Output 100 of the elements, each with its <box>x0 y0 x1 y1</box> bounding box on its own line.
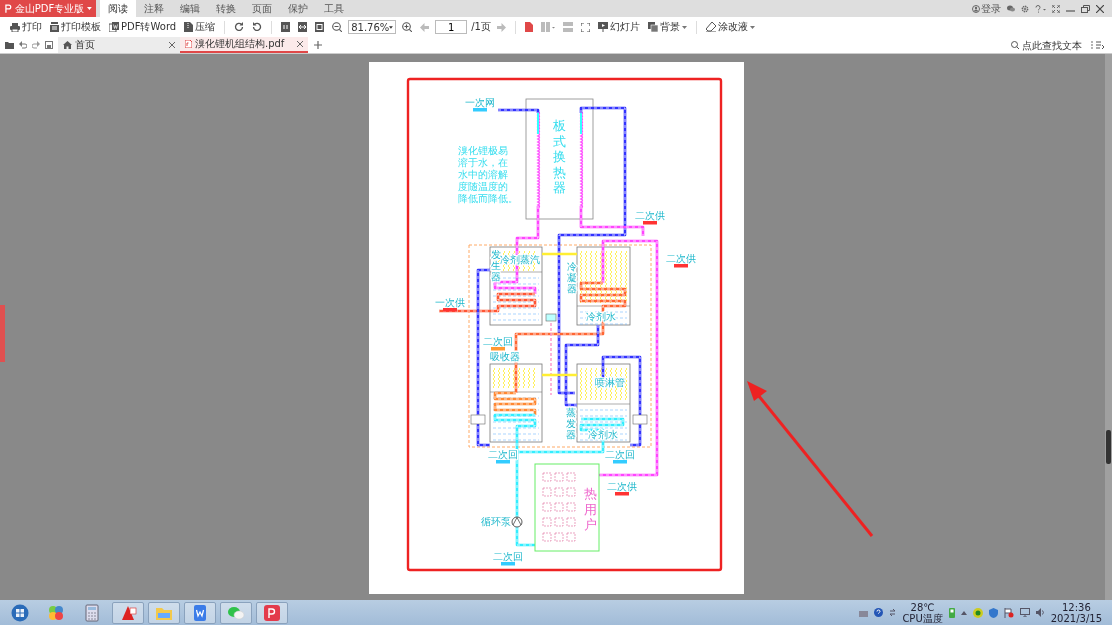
diagram-label: 二次回 <box>487 449 518 460</box>
ribbon-tab[interactable]: 注释 <box>136 0 172 17</box>
right-arrow-icon <box>496 22 506 32</box>
print-template-button[interactable]: 打印模板 <box>48 20 103 34</box>
help-icon[interactable] <box>1035 4 1046 13</box>
ribbon-tab[interactable]: 工具 <box>316 0 352 17</box>
diagram-label: 二次供 <box>665 253 696 264</box>
diagram-label: 二次回 <box>482 336 513 347</box>
pdf-logo-icon <box>4 4 12 13</box>
description-text: 溴化锂极易 溶于水，在 水中的溶解 度随温度的 降低而降低。 <box>457 145 518 204</box>
print-button[interactable]: 打印 <box>8 20 44 34</box>
sync-icon[interactable] <box>889 607 897 618</box>
zoom-in-button[interactable] <box>400 22 415 32</box>
fit-width-icon <box>298 22 308 32</box>
fullscreen-button[interactable] <box>578 22 592 32</box>
pdf-app-icon <box>263 603 281 622</box>
user-icon <box>972 4 980 13</box>
side-panel-handle[interactable] <box>0 305 5 362</box>
rows-icon <box>562 22 573 32</box>
battery-icon[interactable] <box>948 607 955 618</box>
diagram-label: 一次供 <box>434 297 465 308</box>
settings-icon[interactable] <box>1021 4 1029 13</box>
scrollbar-thumb[interactable] <box>1106 430 1111 464</box>
left-arrow-icon <box>420 22 430 32</box>
clock-date[interactable]: 2021/3/15 <box>1050 612 1102 624</box>
writer-app-icon <box>191 603 209 622</box>
rotate-icon <box>252 22 263 32</box>
zoom-out-button[interactable] <box>330 22 345 32</box>
caret-icon <box>749 25 755 29</box>
eraser-icon <box>705 22 716 32</box>
search-field[interactable]: 点此查找文本 <box>1022 39 1088 51</box>
background-button[interactable]: 背景 <box>645 20 689 34</box>
login-button[interactable]: 登录 <box>972 1 1001 16</box>
caret-icon <box>681 25 687 29</box>
clock-time[interactable]: 12:36 <box>1061 601 1091 613</box>
page-number-field[interactable]: 1 <box>435 20 468 34</box>
cad-app-button[interactable] <box>112 601 144 624</box>
ribbon-tab[interactable]: 阅读 <box>100 0 136 17</box>
close-icon[interactable] <box>297 41 303 47</box>
single-page-button[interactable] <box>279 22 293 32</box>
pdf-app-button[interactable] <box>256 601 288 624</box>
rotate-icon <box>234 22 245 32</box>
compress-button[interactable]: 压缩 <box>182 20 218 34</box>
diagram-label: 二次供 <box>634 210 665 221</box>
redo-icon[interactable] <box>32 41 40 49</box>
fit-page-button[interactable] <box>313 22 327 32</box>
layers-icon <box>647 22 658 32</box>
printer-icon <box>50 22 59 32</box>
pump-icon <box>511 516 522 528</box>
caret-icon <box>389 25 394 29</box>
page-icon <box>281 22 291 32</box>
ribbon-tab[interactable]: 编辑 <box>172 0 208 17</box>
single-view-button[interactable] <box>522 22 535 32</box>
search-icon <box>1011 41 1019 49</box>
whiteout-button[interactable]: 涂改液 <box>703 20 757 34</box>
printer-icon <box>10 22 20 32</box>
presentation-icon <box>597 22 608 32</box>
panel-toggle-icon[interactable] <box>1096 41 1104 49</box>
ribbon-tab[interactable]: 保护 <box>280 0 316 17</box>
folder-icon[interactable] <box>5 41 14 49</box>
monitor-icon[interactable] <box>1019 608 1030 617</box>
save-icon[interactable] <box>45 41 53 49</box>
fullscreen-icon[interactable] <box>1052 4 1060 13</box>
document-icon <box>109 22 119 32</box>
home-icon <box>63 41 72 49</box>
diagram-label: 二次回 <box>492 551 523 562</box>
document-tab[interactable]: 溴化锂机组结构.pdf <box>180 37 308 53</box>
help-icon[interactable] <box>874 608 884 617</box>
close-icon[interactable] <box>169 42 175 48</box>
pdf-file-icon <box>185 40 192 48</box>
zoom-in-icon <box>402 22 413 32</box>
diagram-label: 循环泵 <box>480 516 511 527</box>
zoom-out-icon <box>332 22 343 32</box>
fit-page-icon <box>315 22 325 32</box>
pdf-to-word-button[interactable]: PDF转Word <box>107 20 179 34</box>
slideshow-button[interactable]: 幻灯片 <box>595 20 642 34</box>
calculator-icon <box>83 603 101 622</box>
writer-app-button[interactable] <box>184 601 216 624</box>
close-icon[interactable] <box>1096 4 1104 13</box>
flag-icon[interactable] <box>1003 607 1014 618</box>
restore-icon[interactable] <box>1081 4 1090 13</box>
chat-icon[interactable] <box>1007 5 1015 12</box>
exchanger-title: 板式换热器 <box>552 118 565 196</box>
start-icon <box>11 603 29 622</box>
chat-app-button[interactable] <box>220 601 252 624</box>
shield-icon[interactable] <box>988 607 998 618</box>
ribbon-tab[interactable]: 页面 <box>244 0 280 17</box>
undo-icon[interactable] <box>19 41 27 49</box>
diagram-label: 一次网 <box>464 97 495 108</box>
app-menu-button[interactable]: 金山PDF专业版 <box>0 0 96 17</box>
fit-width-button[interactable] <box>296 22 310 32</box>
heat-user-title: 热用户 <box>583 486 596 533</box>
temperature-reading: 28℃ <box>910 601 935 613</box>
caret-up-icon[interactable] <box>960 610 967 615</box>
ribbon-tab[interactable]: 转换 <box>208 0 244 17</box>
temperature-label: CPU温度 <box>902 612 943 624</box>
volume-icon[interactable] <box>1035 608 1045 617</box>
document-tab[interactable]: 首页 <box>58 37 180 53</box>
zoom-dropdown[interactable]: 81.76% <box>348 20 397 34</box>
circle-app-icon[interactable] <box>972 607 983 618</box>
